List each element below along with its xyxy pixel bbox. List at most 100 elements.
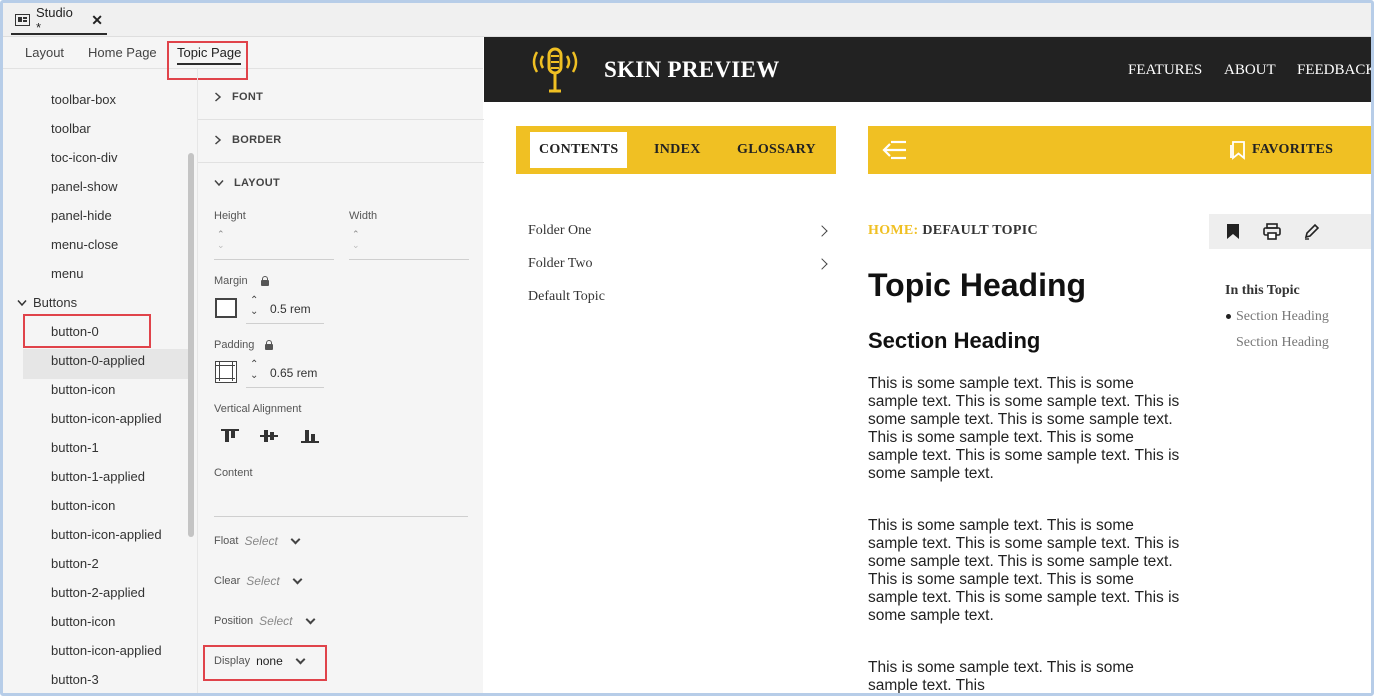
mini-toc-item[interactable]: Section Heading xyxy=(1236,309,1329,325)
chevron-down-icon xyxy=(17,299,27,306)
width-input[interactable] xyxy=(349,259,469,260)
tab-contents[interactable]: CONTENTS xyxy=(530,132,628,168)
tree-item-button-icon[interactable]: button-icon xyxy=(51,382,115,397)
padding-box-icon[interactable] xyxy=(215,361,237,383)
chevron-right-icon xyxy=(215,92,222,102)
margin-underline xyxy=(246,323,324,324)
bullet-icon xyxy=(1226,314,1231,319)
align-top-icon[interactable] xyxy=(221,428,239,444)
lock-icon[interactable] xyxy=(265,340,273,350)
body-paragraph: This is some sample text. This is some s… xyxy=(868,375,1180,482)
nav-about[interactable]: ABOUT xyxy=(1224,62,1276,79)
align-middle-icon[interactable] xyxy=(260,428,278,444)
tree-item-menu-close[interactable]: menu-close xyxy=(51,237,118,252)
breadcrumb-home[interactable]: HOME: xyxy=(868,223,919,238)
tree-item-toolbar[interactable]: toolbar xyxy=(51,121,91,136)
button-0-highlight xyxy=(23,314,151,348)
tree-item-button-2[interactable]: button-2 xyxy=(51,556,99,571)
topic-tool-strip xyxy=(1209,214,1371,249)
padding-value[interactable]: 0.65 rem xyxy=(270,366,317,380)
tree-item-button-icon-applied[interactable]: button-icon-applied xyxy=(51,411,162,426)
chevron-right-icon xyxy=(215,135,222,145)
margin-label: Margin xyxy=(214,275,248,287)
tree-item-toc-icon-div[interactable]: toc-icon-div xyxy=(51,150,117,165)
padding-label: Padding xyxy=(214,339,255,351)
height-stepper[interactable]: ⌃ ⌄ xyxy=(217,229,225,251)
section-border[interactable]: BORDER xyxy=(214,134,281,146)
tab-glossary[interactable]: GLOSSARY xyxy=(737,132,816,168)
tree-group-buttons[interactable]: Buttons xyxy=(17,295,77,310)
collapse-left-icon[interactable] xyxy=(882,139,908,161)
height-input[interactable] xyxy=(214,259,334,260)
tree-item-button-icon-applied[interactable]: button-icon-applied xyxy=(51,643,162,658)
tree-item-button-3[interactable]: button-3 xyxy=(51,672,99,687)
display-highlight xyxy=(203,645,327,681)
skin-preview: SKIN PREVIEW FEATURES ABOUT FEEDBACK CON… xyxy=(484,37,1371,693)
padding-stepper[interactable]: ⌃ ⌄ xyxy=(250,359,258,381)
toc-folder-two[interactable]: Folder Two xyxy=(528,256,592,272)
body-paragraph: This is some sample text. This is some s… xyxy=(868,659,1134,693)
toc-default-topic[interactable]: Default Topic xyxy=(528,289,605,305)
favorites-button[interactable]: FAVORITES xyxy=(1252,132,1333,168)
padding-underline xyxy=(246,387,324,388)
nav-features[interactable]: FEATURES xyxy=(1128,62,1202,79)
vertical-alignment-label: Vertical Alignment xyxy=(214,403,302,415)
chevron-right-icon[interactable] xyxy=(816,225,828,237)
tree-item-button-1[interactable]: button-1 xyxy=(51,440,99,455)
width-stepper[interactable]: ⌃ ⌄ xyxy=(352,229,360,251)
topic-heading: Topic Heading xyxy=(868,267,1087,303)
float-row[interactable]: Float Select xyxy=(214,534,301,548)
toc-folder-one[interactable]: Folder One xyxy=(528,223,591,239)
tree-item-button-0-applied[interactable]: button-0-applied xyxy=(51,353,145,368)
close-icon[interactable]: ✕ xyxy=(91,12,103,29)
print-icon[interactable] xyxy=(1263,223,1281,240)
preview-header: SKIN PREVIEW FEATURES ABOUT FEEDBACK xyxy=(484,37,1371,102)
tree-item-toolbar-box[interactable]: toolbar-box xyxy=(51,92,116,107)
tree-item-menu[interactable]: menu xyxy=(51,266,84,281)
margin-box-icon[interactable] xyxy=(215,298,237,318)
margin-value[interactable]: 0.5 rem xyxy=(270,302,311,316)
clear-row[interactable]: Clear Select xyxy=(214,574,303,588)
tree-group-label: Buttons xyxy=(33,295,78,310)
content-label: Content xyxy=(214,467,253,479)
properties-panel: FONT BORDER LAYOUT Height ⌃ ⌄ Width ⌃ ⌄ Ma… xyxy=(197,69,484,693)
microphone-logo-icon xyxy=(532,47,578,93)
section-font[interactable]: FONT xyxy=(214,91,263,103)
document-tab-studio[interactable]: Studio * ✕ xyxy=(11,5,107,35)
content-input[interactable] xyxy=(214,516,468,517)
bookmark-icon[interactable] xyxy=(1226,223,1240,240)
section-layout[interactable]: LAYOUT xyxy=(214,177,280,189)
align-bottom-icon[interactable] xyxy=(301,428,319,444)
section-layout-label: LAYOUT xyxy=(234,177,281,189)
tree-item-button-2-applied[interactable]: button-2-applied xyxy=(51,585,145,600)
tree-item-button-icon-applied[interactable]: button-icon-applied xyxy=(51,527,162,542)
favorites-bookmark-icon[interactable] xyxy=(1229,140,1247,160)
position-select[interactable]: Select xyxy=(259,614,292,628)
float-select[interactable]: Select xyxy=(244,534,277,548)
topic-toolbar: FAVORITES xyxy=(868,126,1371,174)
chevron-down-icon[interactable] xyxy=(292,574,303,584)
nav-feedback[interactable]: FEEDBACK xyxy=(1297,62,1371,79)
margin-stepper[interactable]: ⌃ ⌄ xyxy=(250,295,258,317)
toc-tab-bar: CONTENTS INDEX GLOSSARY xyxy=(516,126,836,174)
tree-scrollbar[interactable] xyxy=(188,153,194,537)
position-row[interactable]: Position Select xyxy=(214,614,315,628)
tree-item-button-1-applied[interactable]: button-1-applied xyxy=(51,469,145,484)
chevron-down-icon[interactable] xyxy=(305,614,315,624)
tree-item-button-icon[interactable]: button-icon xyxy=(51,498,115,513)
chevron-right-icon[interactable] xyxy=(816,258,828,270)
tab-layout[interactable]: Layout xyxy=(25,45,64,65)
clear-label: Clear xyxy=(214,575,241,587)
tree-item-button-icon[interactable]: button-icon xyxy=(51,614,115,629)
tab-home-page[interactable]: Home Page xyxy=(88,45,157,65)
mini-toc-item[interactable]: Section Heading xyxy=(1236,335,1329,351)
lock-icon[interactable] xyxy=(261,276,269,286)
section-font-label: FONT xyxy=(232,91,264,103)
tree-item-panel-show[interactable]: panel-show xyxy=(51,179,118,194)
chevron-down-icon[interactable] xyxy=(290,534,301,544)
tree-item-panel-hide[interactable]: panel-hide xyxy=(51,208,112,223)
edit-pencil-icon[interactable] xyxy=(1303,223,1319,240)
clear-select[interactable]: Select xyxy=(246,574,279,588)
skin-editor-pane: Layout Home Page Topic Page toolbar-box … xyxy=(3,37,484,693)
tab-index[interactable]: INDEX xyxy=(654,132,701,168)
